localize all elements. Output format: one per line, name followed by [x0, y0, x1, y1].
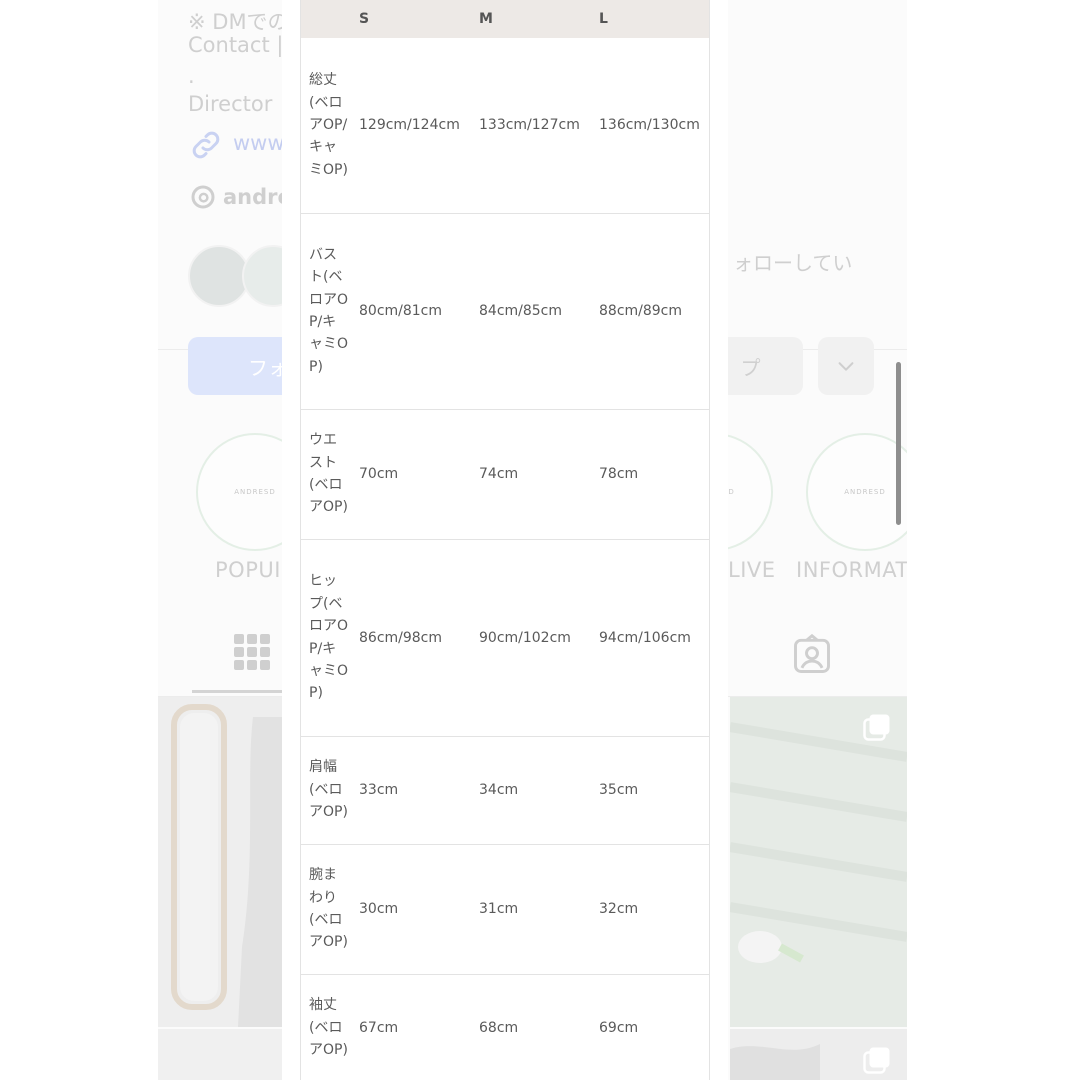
table-row: ウエスト(ベロアOP) 70cm 74cm 78cm: [300, 409, 710, 540]
multi-photo-icon: [863, 714, 890, 741]
value-cell-l: 78cm: [589, 409, 710, 540]
value-cell-l: 88cm/89cm: [589, 213, 710, 410]
value-cell-m: 84cm/85cm: [469, 213, 589, 410]
multi-photo-icon: [863, 1047, 890, 1074]
follower-avatar: [188, 245, 250, 307]
item-cell: バスト(ベロアOP/キャミOP): [300, 213, 349, 410]
photo-content: [171, 704, 282, 1027]
header-cell-s: S: [359, 11, 370, 27]
table-row: 腕まわり(ベロアOP) 30cm 31cm 32cm: [300, 844, 710, 975]
value-cell-m: 74cm: [469, 409, 589, 540]
value-cell-l: 69cm: [589, 974, 710, 1080]
bio-dm-note: ※ DMでの: [188, 10, 289, 34]
value-cell-l: 94cm/106cm: [589, 539, 710, 737]
header-cell-item: [300, 0, 349, 38]
value-cell-s: 86cm/98cm: [349, 539, 469, 737]
item-cell: ウエスト(ベロアOP): [300, 409, 349, 540]
link-icon: [192, 131, 220, 159]
value-cell-m: 34cm: [469, 736, 589, 845]
header-cell-m: M: [479, 11, 493, 27]
size-chart-panel: S M L 総丈(ベロアOP/キャミOP) 129cm/124cm 133cm/…: [282, 0, 728, 1080]
tagged-icon[interactable]: [790, 633, 834, 677]
threads-icon[interactable]: [188, 182, 218, 212]
value-cell-m: 133cm/127cm: [469, 38, 589, 214]
value-cell-s: 33cm: [349, 736, 469, 845]
value-cell-m: 90cm/102cm: [469, 539, 589, 737]
value-cell-l: 35cm: [589, 736, 710, 845]
value-cell-m: 31cm: [469, 844, 589, 975]
grid-photo[interactable]: [730, 697, 907, 1027]
table-row: 総丈(ベロアOP/キャミOP) 129cm/124cm 133cm/127cm …: [300, 38, 710, 214]
highlight-logo: ANDRESD: [234, 488, 276, 496]
highlight-label-live: LIVE: [728, 558, 776, 582]
highlight-label-popup: POPUI: [215, 558, 281, 582]
item-cell: 肩幅(ベロアOP): [300, 736, 349, 845]
item-cell: ヒップ(ベロアOP/キャミOP): [300, 539, 349, 737]
more-button[interactable]: [818, 337, 874, 395]
scrollbar[interactable]: [896, 362, 901, 525]
value-cell-l: 136cm/130cm: [589, 38, 710, 214]
value-cell-s: 80cm/81cm: [349, 213, 469, 410]
value-cell-s: 129cm/124cm: [349, 38, 469, 214]
value-cell-m: 68cm: [469, 974, 589, 1080]
table-header-row: S M L: [300, 0, 710, 38]
grid-icon[interactable]: [234, 634, 270, 670]
value-cell-s: 30cm: [349, 844, 469, 975]
highlight-information[interactable]: ANDRESD: [806, 433, 907, 551]
table-row: 肩幅(ベロアOP) 33cm 34cm 35cm: [300, 736, 710, 845]
bio-link[interactable]: www: [233, 131, 285, 155]
item-cell: 総丈(ベロアOP/キャミOP): [300, 38, 349, 214]
highlight-label-information: INFORMAT: [796, 558, 907, 582]
followed-by-text: ォローしてい: [733, 251, 853, 275]
header-cell-l: L: [589, 0, 710, 38]
bio-contact: Contact |: [188, 33, 284, 57]
size-table: S M L 総丈(ベロアOP/キャミOP) 129cm/124cm 133cm/…: [300, 0, 710, 1080]
item-cell: 袖丈(ベロアOP): [300, 974, 349, 1080]
table-row: 袖丈(ベロアOP) 67cm 68cm 69cm: [300, 974, 710, 1080]
grid-photo[interactable]: [158, 697, 282, 1027]
table-row: ヒップ(ベロアOP/キャミOP) 86cm/98cm 90cm/102cm 94…: [300, 539, 710, 737]
bio-dot: .: [188, 64, 195, 88]
photo-content: [730, 697, 907, 1027]
bio-director: Director: [188, 92, 273, 116]
item-cell: 腕まわり(ベロアOP): [300, 844, 349, 975]
value-cell-s: 70cm: [349, 409, 469, 540]
value-cell-s: 67cm: [349, 974, 469, 1080]
highlight-logo: ANDRESD: [844, 488, 886, 496]
value-cell-l: 32cm: [589, 844, 710, 975]
chevron-down-icon: [838, 362, 854, 371]
table-row: バスト(ベロアOP/キャミOP) 80cm/81cm 84cm/85cm 88c…: [300, 213, 710, 410]
grid-photo[interactable]: [158, 1029, 282, 1080]
